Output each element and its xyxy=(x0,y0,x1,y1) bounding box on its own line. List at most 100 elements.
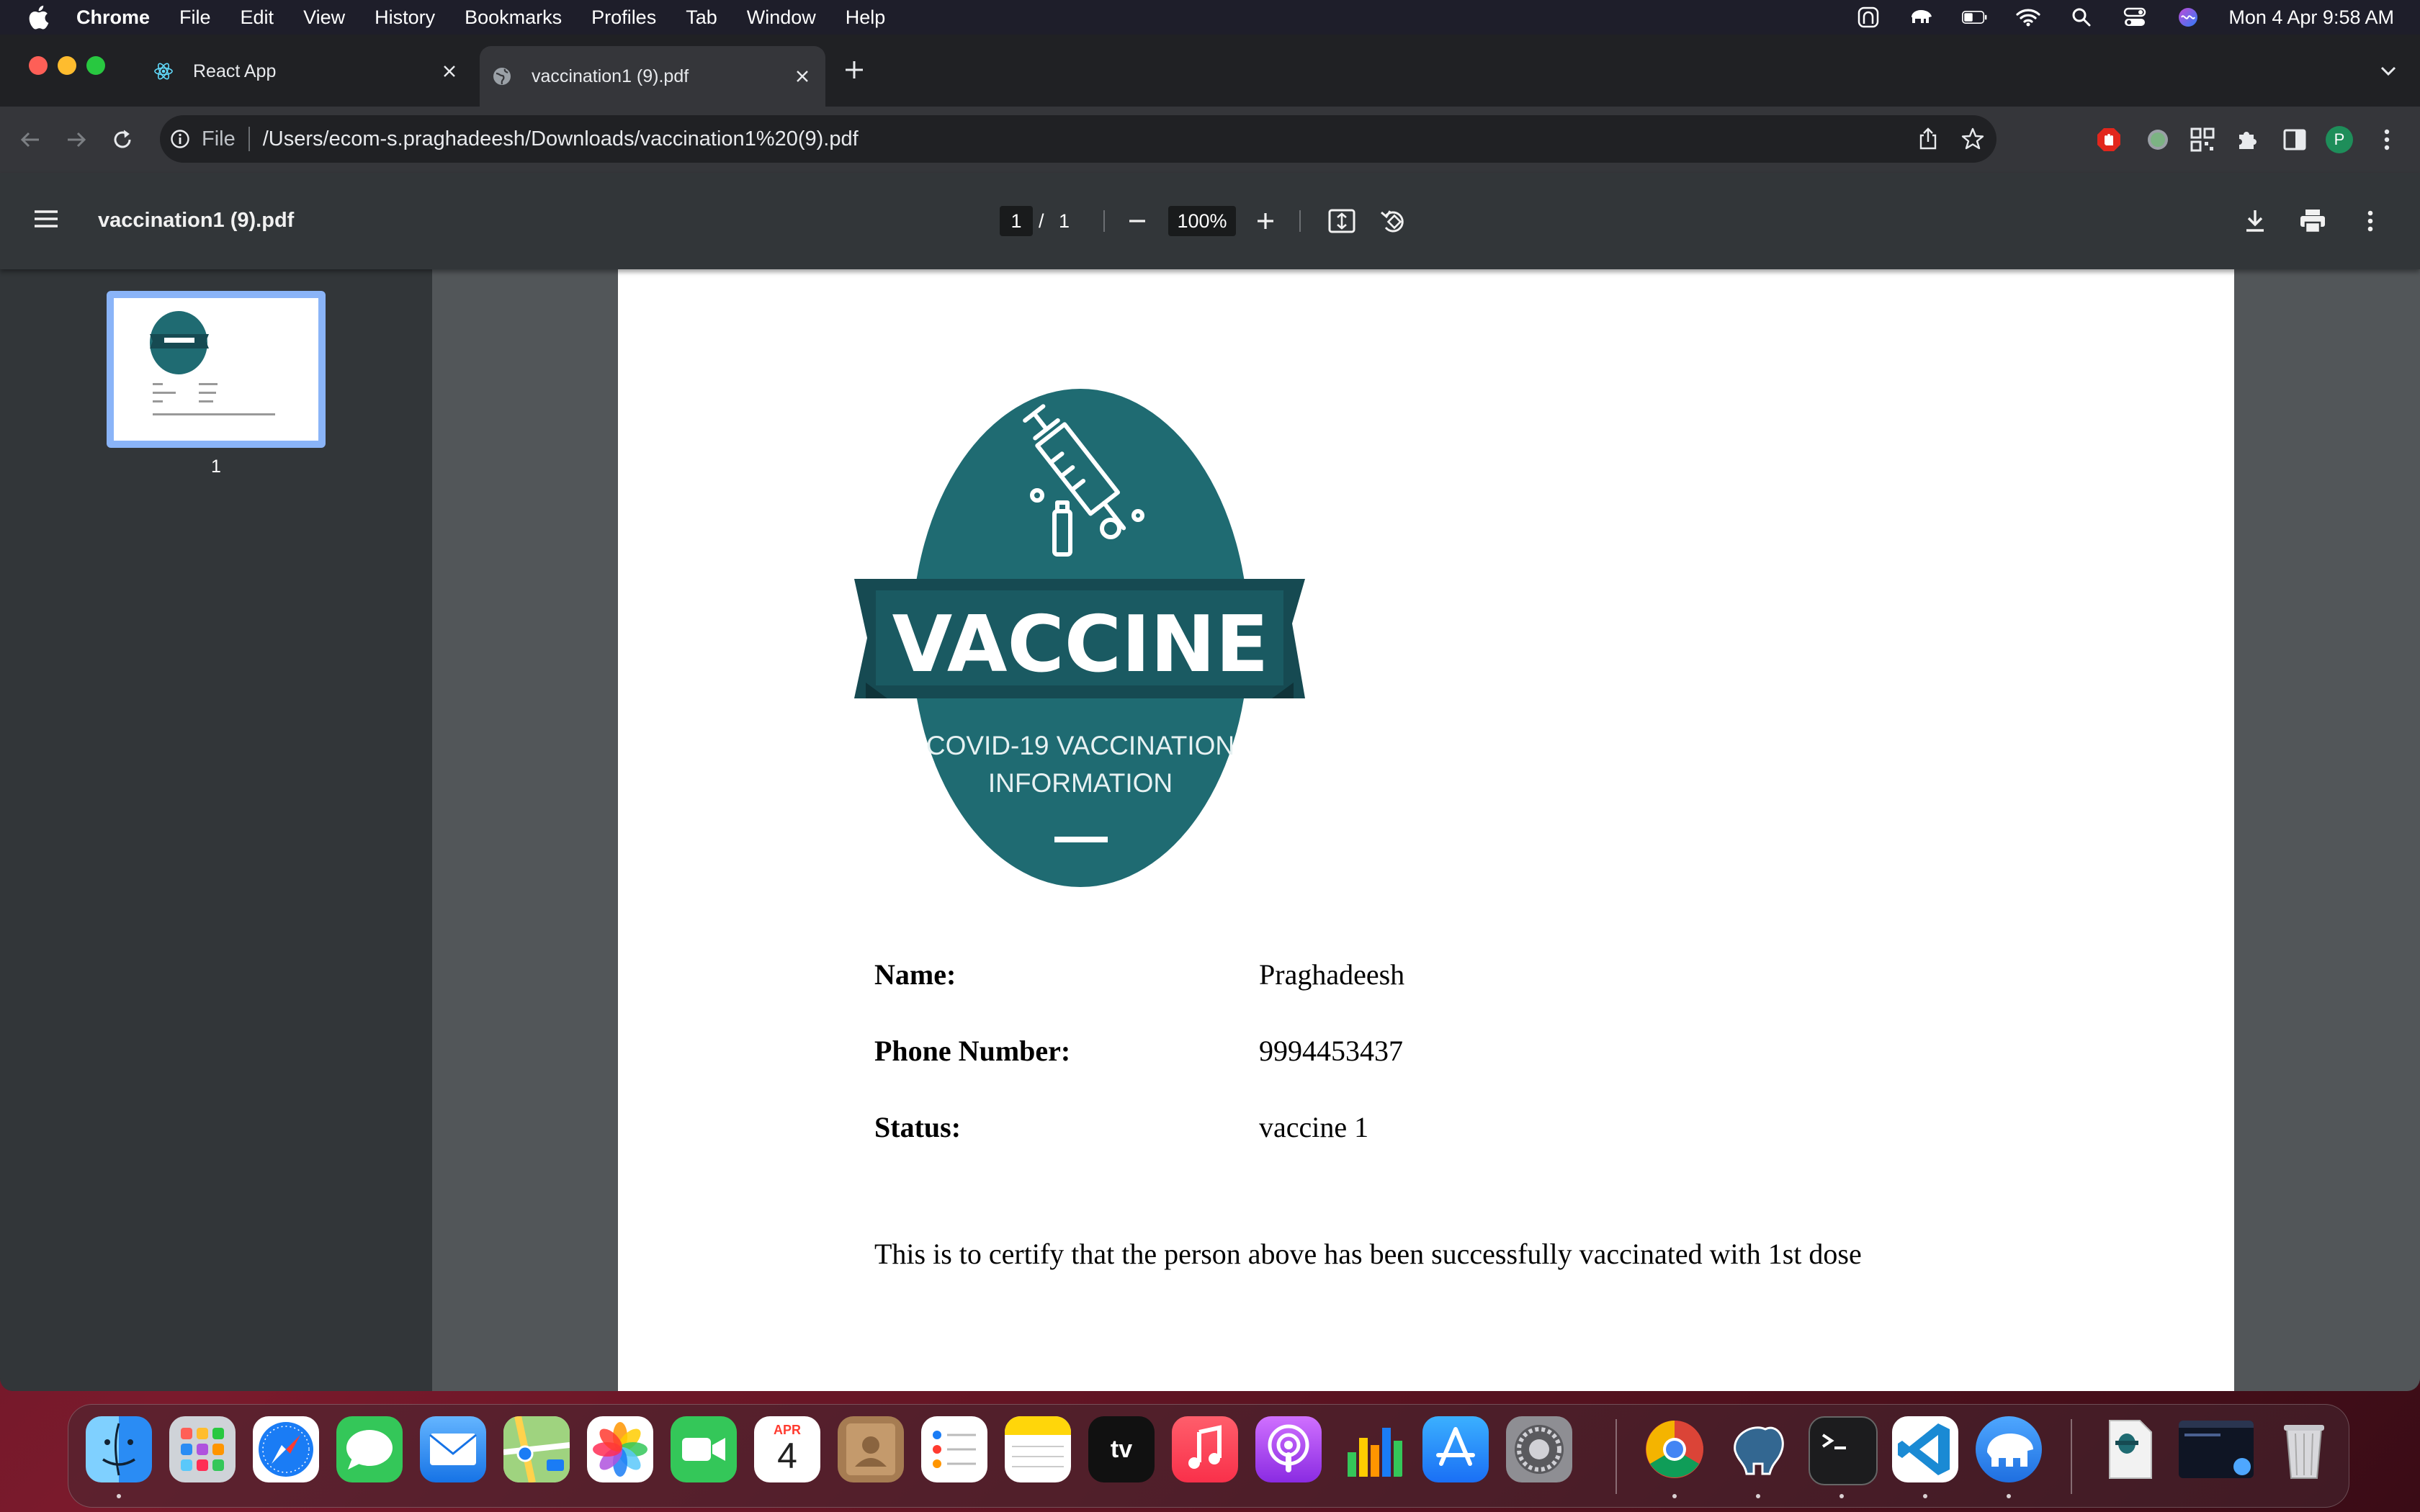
rotate-icon[interactable] xyxy=(1377,204,1410,238)
menu-file[interactable]: File xyxy=(179,6,211,29)
vaccine-logo: VACCINE COVID-19 VACCINATION INFORMATION xyxy=(854,389,1305,887)
share-icon[interactable] xyxy=(1916,127,1940,151)
menu-view[interactable]: View xyxy=(303,6,345,29)
menu-edit[interactable]: Edit xyxy=(241,6,274,29)
circle-extension-icon[interactable] xyxy=(2142,124,2174,156)
reload-icon[interactable] xyxy=(108,125,137,154)
vscode-icon[interactable] xyxy=(1892,1416,1958,1482)
accessibility-status-icon[interactable] xyxy=(1855,6,1881,28)
globe-icon xyxy=(491,66,513,87)
menu-app-name[interactable]: Chrome xyxy=(76,6,150,29)
trash-icon[interactable] xyxy=(2271,1416,2337,1482)
running-indicator xyxy=(1923,1494,1927,1498)
url-separator xyxy=(248,127,250,151)
tableplus-icon[interactable] xyxy=(1976,1416,2042,1482)
notes-icon[interactable] xyxy=(1005,1416,1071,1482)
apple-tv-icon[interactable]: tv xyxy=(1088,1416,1155,1482)
menu-profiles[interactable]: Profiles xyxy=(591,6,656,29)
spotlight-search-icon[interactable] xyxy=(2069,6,2094,28)
back-arrow-icon[interactable] xyxy=(16,125,45,154)
maps-icon[interactable] xyxy=(503,1416,570,1482)
address-bar[interactable]: File /Users/ecom-s.praghadeesh/Downloads… xyxy=(160,115,1996,163)
siri-icon[interactable] xyxy=(2175,6,2201,28)
pgadmin-icon[interactable] xyxy=(1725,1416,1791,1482)
tab-close-icon[interactable] xyxy=(439,61,460,81)
fit-to-page-icon[interactable] xyxy=(1325,204,1358,238)
menu-history[interactable]: History xyxy=(375,6,435,29)
finder-icon[interactable] xyxy=(86,1416,152,1482)
hamburger-menu-icon[interactable] xyxy=(33,206,62,235)
url-text[interactable]: /Users/ecom-s.praghadeesh/Downloads/vacc… xyxy=(263,127,859,151)
chrome-menu-kebab-icon[interactable] xyxy=(2371,124,2403,156)
tab-vaccination-pdf[interactable]: vaccination1 (9).pdf xyxy=(480,46,825,107)
messages-icon[interactable] xyxy=(336,1416,403,1482)
screenshot-thumbnail-icon[interactable] xyxy=(2179,1421,2254,1478)
running-indicator xyxy=(1756,1494,1760,1498)
tab-close-icon[interactable] xyxy=(792,66,812,86)
zoom-level-input[interactable]: 100% xyxy=(1168,206,1236,236)
music-icon[interactable] xyxy=(1172,1416,1238,1482)
terminal-icon[interactable] xyxy=(1809,1416,1878,1485)
apple-menu-icon[interactable] xyxy=(29,5,50,30)
mail-icon[interactable] xyxy=(420,1416,486,1482)
adblock-extension-icon[interactable] xyxy=(2093,124,2125,156)
tableplus-menu-icon[interactable] xyxy=(1909,6,1935,28)
profile-avatar[interactable]: P xyxy=(2323,124,2355,156)
tab-title: vaccination1 (9).pdf xyxy=(532,66,689,86)
wifi-icon[interactable] xyxy=(2015,6,2041,28)
menubar-clock[interactable]: Mon 4 Apr 9:58 AM xyxy=(2228,6,2394,29)
battery-icon[interactable] xyxy=(1962,6,1988,28)
photos-icon[interactable] xyxy=(587,1416,653,1482)
page-thumbnail[interactable] xyxy=(107,291,326,448)
app-store-icon[interactable] xyxy=(1422,1416,1489,1482)
dock-separator xyxy=(2071,1419,2072,1494)
pdf-toolbar: vaccination1 (9).pdf 1 / 1 100% xyxy=(0,173,2420,269)
qr-code-extension-icon[interactable] xyxy=(2187,124,2218,156)
pdf-document-icon[interactable] xyxy=(2097,1416,2163,1482)
page-number-input[interactable]: 1 xyxy=(1000,206,1033,236)
bookmark-star-icon[interactable] xyxy=(1960,127,1985,151)
launchpad-icon[interactable] xyxy=(169,1416,236,1482)
menu-bookmarks[interactable]: Bookmarks xyxy=(465,6,562,29)
toolbar-divider xyxy=(1103,210,1105,232)
contacts-icon[interactable] xyxy=(838,1416,904,1482)
status-value: vaccine 1 xyxy=(1259,1111,1369,1143)
podcasts-icon[interactable] xyxy=(1255,1416,1322,1482)
zoom-out-icon[interactable] xyxy=(1122,206,1152,236)
reminders-icon[interactable] xyxy=(921,1416,987,1482)
certificate-statement: This is to certify that the person above… xyxy=(874,1238,1862,1270)
side-panel-icon[interactable] xyxy=(2279,124,2311,156)
total-pages-label: 1 xyxy=(1059,210,1070,232)
menu-help[interactable]: Help xyxy=(846,6,886,29)
menu-window[interactable]: Window xyxy=(747,6,816,29)
running-indicator xyxy=(1672,1494,1677,1498)
logo-subtitle-line1: COVID-19 VACCINATION xyxy=(926,731,1234,760)
calendar-icon[interactable]: APR 4 xyxy=(754,1416,820,1482)
print-icon[interactable] xyxy=(2296,204,2329,238)
pdf-viewer-area[interactable]: VACCINE COVID-19 VACCINATION INFORMATION… xyxy=(432,269,2420,1391)
facetime-icon[interactable] xyxy=(671,1416,737,1482)
control-center-icon[interactable] xyxy=(2122,6,2148,28)
tab-react-app[interactable]: React App xyxy=(141,46,472,96)
toolbar-divider xyxy=(1299,210,1301,232)
menu-tab[interactable]: Tab xyxy=(686,6,717,29)
window-minimize-button[interactable] xyxy=(58,56,76,75)
new-tab-button[interactable] xyxy=(840,58,869,86)
numbers-icon[interactable] xyxy=(1339,1416,1405,1482)
site-info-icon[interactable] xyxy=(170,128,192,150)
forward-arrow-icon[interactable] xyxy=(62,125,91,154)
system-preferences-icon[interactable] xyxy=(1506,1416,1572,1482)
window-close-button[interactable] xyxy=(29,56,48,75)
download-icon[interactable] xyxy=(2238,204,2272,238)
pdf-more-options-icon[interactable] xyxy=(2354,204,2387,238)
page-separator: / xyxy=(1039,210,1044,232)
tab-search-chevron-icon[interactable] xyxy=(2377,59,2400,82)
dock-separator xyxy=(1615,1419,1617,1494)
page-thumbnail-preview xyxy=(114,298,318,441)
logo-title: VACCINE xyxy=(892,600,1269,690)
chrome-icon[interactable] xyxy=(1641,1416,1708,1482)
safari-icon[interactable] xyxy=(253,1416,319,1482)
window-zoom-button[interactable] xyxy=(86,56,105,75)
extensions-puzzle-icon[interactable] xyxy=(2231,124,2263,156)
zoom-in-icon[interactable] xyxy=(1250,206,1281,236)
